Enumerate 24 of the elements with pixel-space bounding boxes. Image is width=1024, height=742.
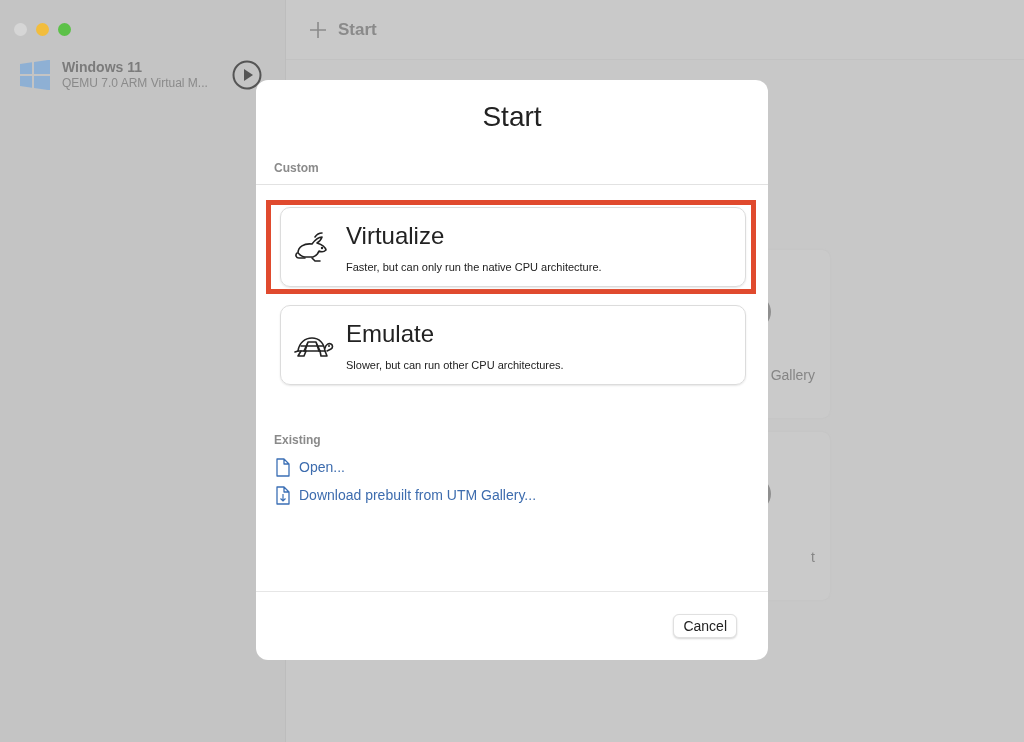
- link[interactable]: Download prebuilt from UTM Gallery...: [299, 487, 537, 503]
- maximize-icon[interactable]: [58, 23, 71, 36]
- section-heading: Custom: [273, 161, 320, 176]
- document-icon: [275, 457, 291, 477]
- dialog-title: Start: [481, 100, 543, 134]
- toolbar-title: Start: [338, 19, 377, 40]
- download-document-icon: [275, 485, 291, 505]
- section-heading: Existing: [273, 433, 322, 448]
- card-label: t: [811, 549, 815, 565]
- play-icon[interactable]: [232, 60, 262, 90]
- option-description: Faster, but can only run the native CPU architecture.: [346, 260, 602, 273]
- minimize-icon[interactable]: [36, 23, 49, 36]
- option-card[interactable]: Virtualize Faster, but can only run the native CPU architecture.: [280, 207, 746, 287]
- card-label: Gallery: [770, 367, 815, 383]
- option-title: Emulate: [346, 319, 436, 348]
- vm-subtitle: QEMU 7.0 ARM Virtual M...: [62, 76, 209, 91]
- plus-icon[interactable]: [309, 20, 327, 39]
- windows-logo-icon: [20, 60, 50, 90]
- link[interactable]: Open...: [299, 459, 345, 475]
- cancel-button[interactable]: Cancel: [673, 614, 737, 638]
- option-title: Virtualize: [346, 221, 446, 250]
- option-card[interactable]: Emulate Slower, but can run other CPU architectures.: [280, 305, 746, 385]
- option-description: Slower, but can run other CPU architectures.: [346, 358, 564, 371]
- vm-name: Windows 11: [62, 59, 143, 76]
